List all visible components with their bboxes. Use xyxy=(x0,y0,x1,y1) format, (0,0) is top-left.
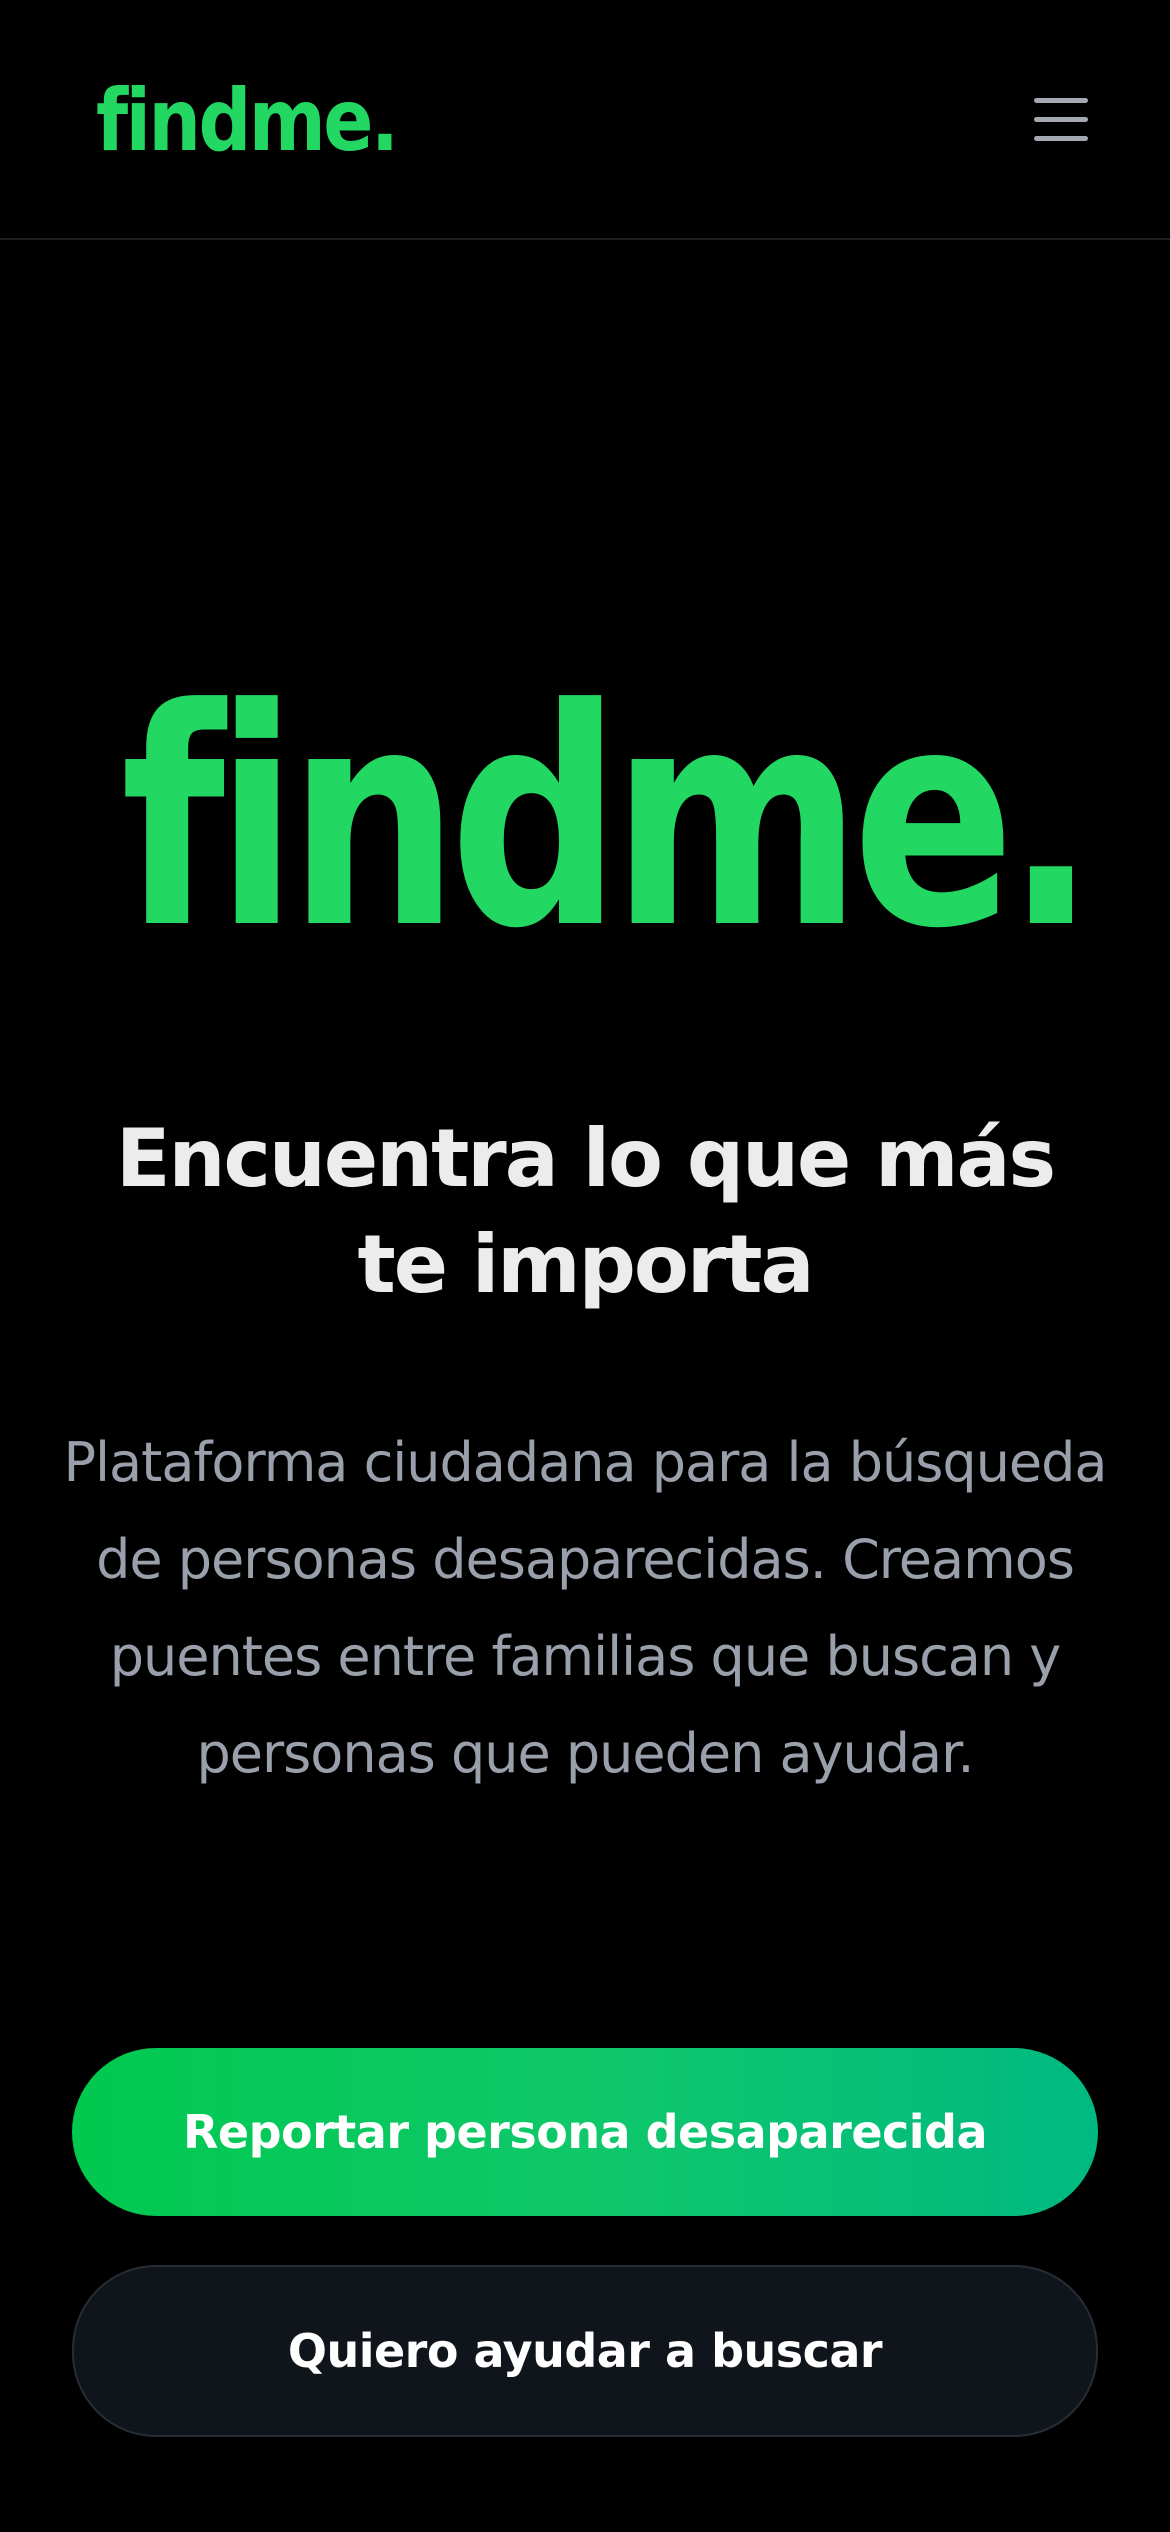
help-search-button[interactable]: Quiero ayudar a buscar xyxy=(72,2265,1098,2437)
hero-logo-text: findme. xyxy=(120,645,1097,994)
top-navigation-bar: findme. xyxy=(0,0,1170,240)
menu-bar-middle xyxy=(1034,117,1088,122)
menu-bar-top xyxy=(1034,98,1088,103)
hero-headline: Encuentra lo que más te importa xyxy=(115,1112,1056,1311)
hero-logo: findme. xyxy=(0,660,1170,980)
hamburger-menu-icon[interactable] xyxy=(1020,84,1100,156)
brand-logo[interactable]: findme. xyxy=(96,66,399,176)
menu-bar-bottom xyxy=(1034,136,1088,141)
report-missing-person-button[interactable]: Reportar persona desaparecida xyxy=(72,2048,1098,2216)
hero-subtitle: Plataforma ciudadana para la búsqueda de… xyxy=(63,1431,1107,1785)
